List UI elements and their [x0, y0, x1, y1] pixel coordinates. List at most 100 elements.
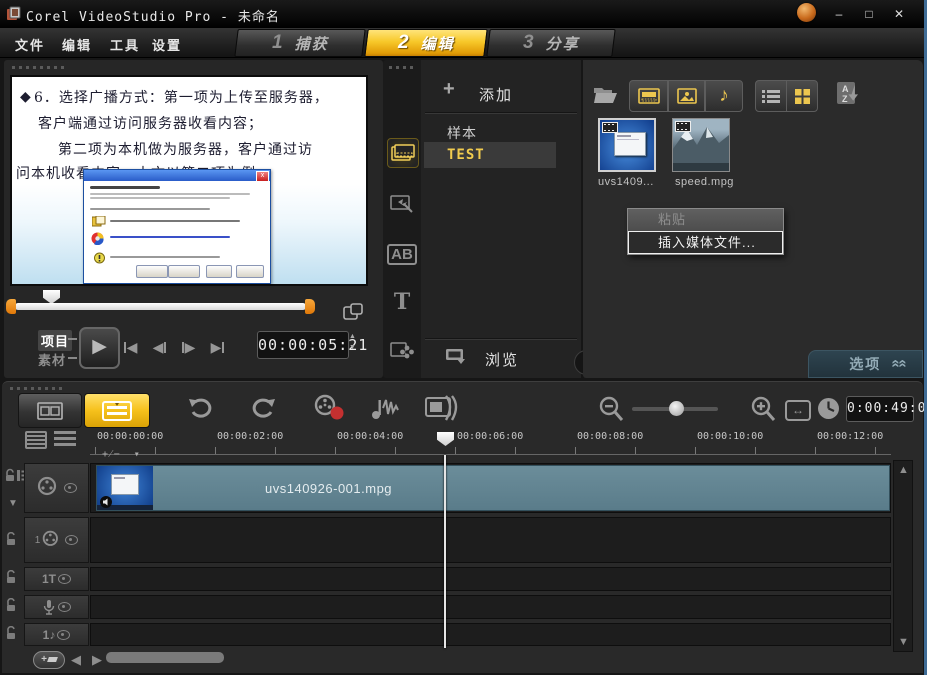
fit-timeline-icon[interactable]: ↔: [785, 400, 811, 421]
title-track-lane[interactable]: [90, 567, 891, 591]
tab-share[interactable]: 3 分享: [486, 29, 615, 57]
zoom-slider-handle[interactable]: [669, 401, 684, 416]
panel-grip[interactable]: [389, 66, 417, 69]
enlarge-preview-icon[interactable]: [343, 303, 363, 321]
media-thumb-label: uvs1409...: [598, 176, 654, 188]
play-button[interactable]: ▶: [79, 327, 120, 369]
browse-label[interactable]: 浏览: [485, 349, 519, 370]
media-thumb-speed[interactable]: [672, 118, 730, 172]
tab-edit[interactable]: 2 编辑: [364, 29, 487, 57]
scroll-left-icon[interactable]: ◀: [71, 652, 81, 668]
overlay-track-lane[interactable]: [90, 517, 891, 563]
filter-photo-button[interactable]: [668, 80, 705, 112]
svg-text:Z: Z: [842, 94, 848, 104]
lock-track-icon[interactable]: [5, 570, 17, 584]
music-track-lane[interactable]: [90, 623, 891, 646]
context-menu-insert-media[interactable]: 插入媒体文件...: [628, 231, 783, 254]
ruler-label: 00:00:00:00: [97, 431, 163, 442]
scroll-up-icon[interactable]: ▲: [898, 464, 909, 476]
nav-graphic-icon[interactable]: [387, 336, 417, 364]
menu-edit[interactable]: 编辑: [62, 35, 92, 54]
app-icon: [6, 6, 22, 22]
menu-file[interactable]: 文件: [15, 35, 45, 54]
horizontal-scrollbar-thumb[interactable]: [106, 652, 224, 663]
trim-end-handle[interactable]: [305, 299, 315, 314]
video-track-header[interactable]: [24, 463, 89, 513]
prev-frame-button[interactable]: ◀: [146, 336, 173, 358]
filter-video-button[interactable]: [629, 80, 668, 112]
timeline-view-button[interactable]: [84, 393, 150, 428]
nav-transition-ab-icon[interactable]: AB: [387, 240, 417, 268]
minimize-button[interactable]: –: [826, 5, 852, 23]
go-start-button[interactable]: ◀: [117, 336, 144, 358]
nav-title-icon[interactable]: T: [387, 288, 417, 316]
preview-screen: ◆ 6．选择广播方式：第一项为上传至服务器， 客户端通过访问服务器收看内容； 第…: [10, 75, 368, 286]
undo-icon[interactable]: [188, 396, 214, 420]
duration-clock-icon[interactable]: [817, 397, 840, 420]
nav-transition-icon[interactable]: [387, 190, 417, 218]
redo-icon[interactable]: [250, 396, 276, 420]
scroll-right-icon[interactable]: ▶: [92, 652, 102, 668]
title-track-header[interactable]: 1T: [24, 567, 89, 591]
panel-grip[interactable]: [12, 66, 66, 69]
ruler-label: 00:00:04:00: [337, 431, 403, 442]
open-folder-icon[interactable]: [593, 83, 619, 104]
add-gallery-label[interactable]: 添加: [479, 84, 513, 105]
preview-timecode[interactable]: 00:00:05:21: [257, 331, 349, 359]
sort-button[interactable]: AZ: [835, 80, 863, 110]
ruler-label: 00:00:02:00: [217, 431, 283, 442]
track-list-icon[interactable]: [54, 431, 76, 449]
options-button[interactable]: 选项 ««: [808, 350, 923, 378]
lock-track-icon[interactable]: [5, 532, 17, 546]
playhead-line[interactable]: [444, 455, 446, 648]
mode-project-label[interactable]: 项目: [38, 330, 72, 351]
timeline-timecode[interactable]: 0:00:49:04: [846, 396, 914, 422]
storyboard-view-button[interactable]: [18, 393, 82, 428]
record-capture-icon[interactable]: [312, 394, 346, 422]
close-button[interactable]: ✕: [886, 5, 912, 23]
xp-option2-icon: [91, 232, 104, 245]
slide-text-line1: 6．选择广播方式：第一项为上传至服务器，: [34, 87, 329, 107]
tab-capture[interactable]: 1 捕获: [234, 29, 365, 57]
filter-audio-button[interactable]: ♪: [705, 80, 743, 112]
timeline-clip-uvs140926[interactable]: uvs140926-001.mpg: [96, 465, 890, 511]
grid-view-button[interactable]: [786, 80, 818, 112]
vertical-scrollbar[interactable]: ▲ ▼: [893, 460, 913, 652]
zoom-out-icon[interactable]: [598, 396, 624, 422]
gallery-folder-test[interactable]: TEST: [424, 142, 556, 168]
music-track-header[interactable]: 1♪: [24, 623, 89, 646]
collapse-tracks-icon[interactable]: ▼: [8, 498, 18, 509]
timeline-ruler[interactable]: 00:00:00:00 00:00:02:00 00:00:04:00 00:0…: [90, 429, 891, 455]
scrub-bar[interactable]: [15, 303, 306, 310]
zoom-in-icon[interactable]: [750, 396, 776, 422]
sound-mixer-icon[interactable]: [368, 394, 406, 422]
auto-music-icon[interactable]: [424, 394, 460, 422]
timecode-spinner[interactable]: ▲▼: [349, 333, 356, 351]
xp-next-button: [168, 265, 200, 278]
nav-media-icon[interactable]: [387, 138, 419, 168]
mode-clip-label[interactable]: 素材: [38, 350, 66, 369]
voice-track-lane[interactable]: [90, 595, 891, 619]
add-track-button[interactable]: +: [33, 651, 65, 669]
lock-track-icon[interactable]: [5, 626, 17, 640]
media-thumb-label: speed.mpg: [675, 176, 734, 188]
scroll-down-icon[interactable]: ▼: [898, 636, 909, 648]
trim-start-handle[interactable]: [6, 299, 16, 314]
chapter-point-controls[interactable]: +⁄− ▾: [102, 449, 140, 460]
menu-tools[interactable]: 工具: [110, 35, 140, 54]
track-manager-icon[interactable]: [25, 431, 47, 449]
list-view-button[interactable]: [755, 80, 787, 112]
add-icon: +: [443, 78, 455, 101]
help-ball-icon[interactable]: [797, 3, 816, 22]
panel-grip[interactable]: [10, 387, 66, 390]
media-thumb-uvs1409[interactable]: [598, 118, 656, 172]
go-end-button[interactable]: ▶: [204, 336, 231, 358]
xp-back-button: [136, 265, 168, 278]
maximize-button[interactable]: □: [856, 5, 882, 23]
overlay-track-header[interactable]: 1: [24, 517, 89, 563]
voice-track-header[interactable]: [24, 595, 89, 619]
menu-settings[interactable]: 设置: [152, 35, 182, 54]
menubar: 文件 编辑 工具 设置 1 捕获 2 编辑 3 分享: [0, 28, 924, 58]
next-frame-button[interactable]: ▶: [175, 336, 202, 358]
lock-track-icon[interactable]: [5, 598, 17, 612]
